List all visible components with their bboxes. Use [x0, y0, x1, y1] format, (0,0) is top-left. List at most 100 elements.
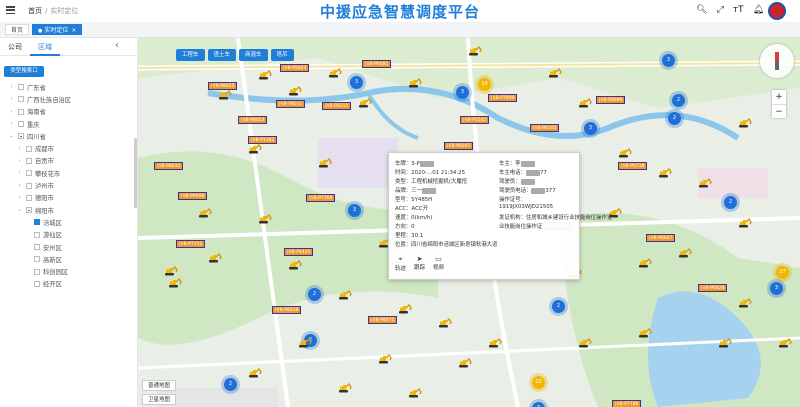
excavator-icon[interactable] [698, 177, 712, 188]
excavator-icon[interactable] [718, 337, 732, 348]
zoom-in-button[interactable]: + [772, 90, 786, 104]
tree-checkbox[interactable] [26, 194, 32, 201]
tree-node[interactable]: 安州区 [0, 241, 134, 253]
excavator-icon[interactable] [738, 117, 752, 128]
excavator-icon[interactable] [408, 387, 422, 398]
chevron-icon[interactable]: › [8, 109, 15, 115]
vehicle-plate-label[interactable]: 川B-P8218 [272, 306, 302, 314]
vehicle-cluster[interactable]: 2 [668, 112, 681, 125]
tree-checkbox[interactable] [26, 157, 32, 164]
track-history-button[interactable]: ⌖ 轨迹 [395, 255, 406, 272]
bell-icon[interactable]: 🔔︎ [753, 5, 764, 15]
filter-concrete-truck-button[interactable]: 商混车 [239, 49, 268, 61]
chevron-icon[interactable]: ⌄ [8, 133, 15, 139]
tree-checkbox[interactable] [18, 121, 24, 128]
chevron-icon[interactable]: › [16, 183, 23, 189]
tree-checkbox[interactable] [34, 280, 40, 287]
excavator-icon[interactable] [548, 67, 562, 78]
vehicle-plate-label[interactable]: 川B-P6628 [698, 284, 728, 292]
vehicle-cluster[interactable]: 3 [662, 54, 675, 67]
chevron-icon[interactable]: › [8, 96, 15, 102]
excavator-icon[interactable] [398, 303, 412, 314]
vehicle-plate-label[interactable]: 川B-P6667 [646, 234, 676, 242]
excavator-icon[interactable] [578, 337, 592, 348]
excavator-icon[interactable] [168, 277, 182, 288]
tree-node[interactable]: › 重庆 [0, 118, 134, 130]
tree-checkbox[interactable] [34, 231, 40, 238]
excavator-icon[interactable] [738, 297, 752, 308]
type-search-button[interactable]: 类型搜索口 [4, 66, 44, 77]
breadcrumb-home[interactable]: 首页 [28, 7, 42, 15]
chevron-icon[interactable]: › [16, 170, 23, 176]
excavator-icon[interactable] [578, 97, 592, 108]
vehicle-cluster[interactable]: 3 [770, 282, 783, 295]
tab-realtime-location[interactable]: 实时定位× [32, 24, 83, 35]
tree-node[interactable]: › 攀枝花市 [0, 167, 134, 179]
excavator-icon[interactable] [488, 337, 502, 348]
excavator-icon[interactable] [458, 357, 472, 368]
user-avatar[interactable] [768, 2, 786, 20]
excavator-icon[interactable] [338, 289, 352, 300]
vehicle-cluster[interactable]: 2 [724, 196, 737, 209]
excavator-icon[interactable] [638, 257, 652, 268]
tree-node[interactable]: ⌄ 绵阳市 [0, 204, 134, 216]
vehicle-plate-label[interactable]: 川B-P8071 [368, 316, 398, 324]
excavator-icon[interactable] [298, 337, 312, 348]
search-icon[interactable]: 🔍︎ [696, 5, 707, 15]
chevron-icon[interactable]: › [16, 158, 23, 164]
chevron-left-icon[interactable]: ‹ [115, 40, 119, 51]
vehicle-plate-label[interactable]: 川B-P1162 [248, 136, 278, 144]
filter-engineering-vehicle-button[interactable]: 工程车 [176, 49, 205, 61]
tree-checkbox[interactable] [34, 256, 40, 263]
satellite-map-button[interactable]: 卫星地图 [142, 394, 177, 405]
map-canvas[interactable]: 工程车 渣土车 商混车 塔吊 31433232322732222223川B-P8… [138, 38, 800, 407]
vehicle-plate-label[interactable]: 川B-P5542 [460, 116, 490, 124]
normal-map-button[interactable]: 普通地图 [142, 380, 177, 391]
vehicle-cluster[interactable]: 22 [532, 376, 545, 389]
follow-button[interactable]: ➤ 跟踪 [414, 255, 425, 272]
excavator-icon[interactable] [164, 265, 178, 276]
tree-node[interactable]: 涪城区 [0, 216, 134, 228]
vehicle-cluster[interactable]: 2 [308, 288, 321, 301]
tree-node[interactable]: › 自贡市 [0, 155, 134, 167]
tab-company[interactable]: 公司 [0, 38, 30, 56]
compass-icon[interactable] [760, 44, 794, 78]
tree-node[interactable]: 游仙区 [0, 229, 134, 241]
excavator-icon[interactable] [258, 213, 272, 224]
menu-toggle-icon[interactable] [6, 6, 15, 14]
vehicle-cluster[interactable]: 3 [584, 122, 597, 135]
vehicle-plate-label[interactable]: 川B-P7760 [306, 194, 336, 202]
chevron-icon[interactable]: › [8, 84, 15, 90]
tree-checkbox[interactable] [26, 182, 32, 189]
excavator-icon[interactable] [468, 45, 482, 56]
excavator-icon[interactable] [288, 85, 302, 96]
excavator-icon[interactable] [248, 143, 262, 154]
excavator-icon[interactable] [678, 247, 692, 258]
vehicle-cluster[interactable]: 2 [224, 378, 237, 391]
video-button[interactable]: ▭ 视频 [433, 255, 444, 272]
excavator-icon[interactable] [208, 252, 222, 263]
vehicle-plate-label[interactable]: 川B-P4425 [284, 248, 314, 256]
excavator-icon[interactable] [248, 367, 262, 378]
chevron-icon[interactable]: › [8, 121, 15, 127]
tree-node[interactable]: › 广西壮族自治区 [0, 93, 134, 105]
sidebar-scrollbar[interactable] [134, 138, 137, 208]
vehicle-cluster[interactable]: 2 [552, 300, 565, 313]
vehicle-plate-label[interactable]: 川B-P9006 [178, 192, 208, 200]
excavator-icon[interactable] [318, 157, 332, 168]
vehicle-cluster[interactable]: 2 [672, 94, 685, 107]
tree-checkbox[interactable] [34, 244, 40, 250]
zoom-out-button[interactable]: − [772, 104, 786, 118]
tree-checkbox[interactable] [34, 268, 40, 275]
tree-node[interactable]: › 泸州市 [0, 179, 134, 191]
tree-node[interactable]: › 成都市 [0, 142, 134, 154]
vehicle-plate-label[interactable]: 川B-P6718 [618, 162, 648, 170]
vehicle-plate-label[interactable]: 川B-P8032 [154, 162, 184, 170]
excavator-icon[interactable] [778, 337, 792, 348]
vehicle-plate-label[interactable]: 川B-P7009 [488, 94, 518, 102]
excavator-icon[interactable] [438, 317, 452, 328]
excavator-icon[interactable] [378, 353, 392, 364]
tree-checkbox[interactable] [18, 96, 24, 103]
excavator-icon[interactable] [638, 327, 652, 338]
filter-tower-crane-button[interactable]: 塔吊 [270, 49, 294, 61]
